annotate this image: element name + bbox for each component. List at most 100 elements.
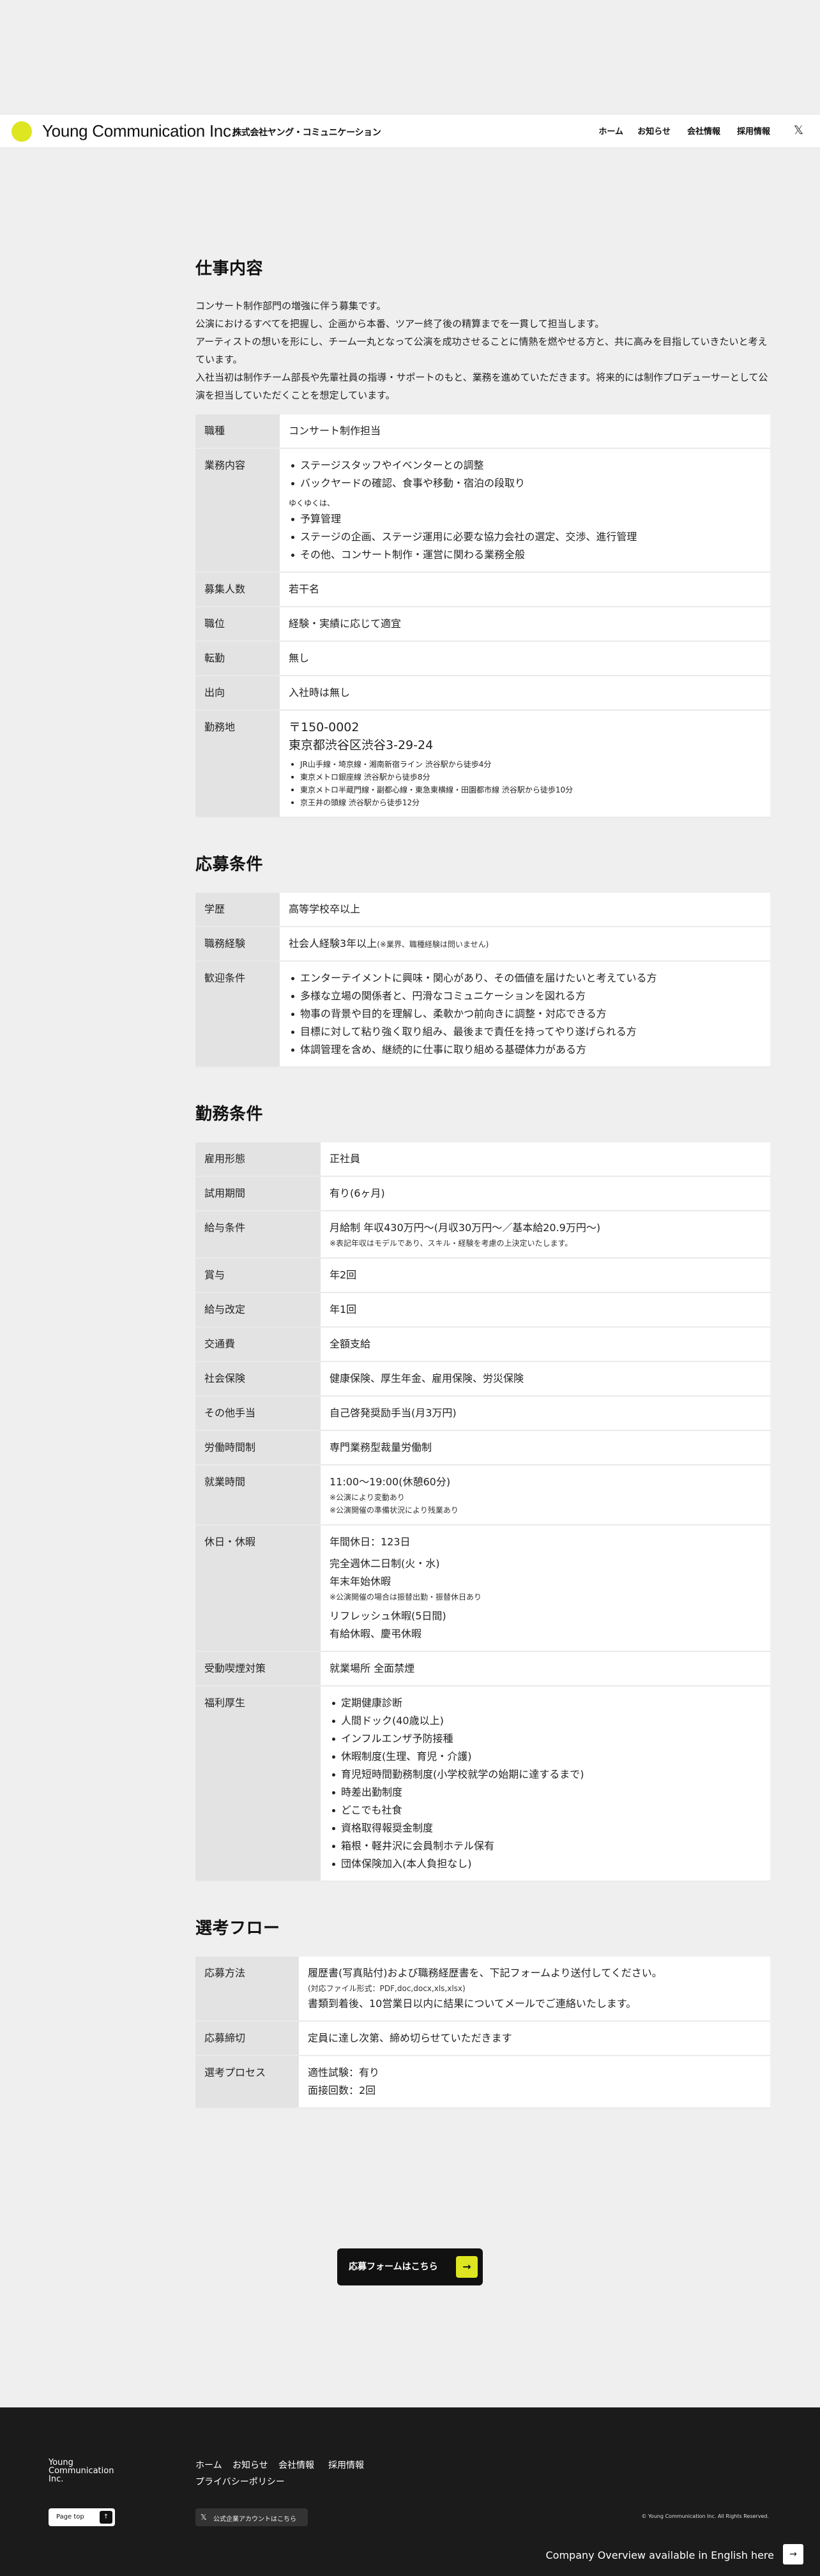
row-value-text: 面接回数：2回	[308, 2084, 376, 2096]
table-row: 受動喫煙対策 就業場所 全面禁煙	[195, 1651, 770, 1686]
apply-form-button[interactable]: 応募フォームはこちら →	[337, 2248, 483, 2285]
flow-table: 応募方法 履歴書(写真貼付)および職務経歴書を、下記フォームより送付してください…	[195, 1957, 770, 2109]
list-item: 箱根・軽井沢に会員制ホテル保有	[330, 1837, 761, 1855]
list-item: どこでも社食	[330, 1801, 761, 1819]
row-value: 正社員	[321, 1142, 770, 1177]
row-note: ※公演開催の場合は振替出勤・振替休日あり	[330, 1593, 482, 1602]
row-label: 職位	[195, 607, 280, 642]
brand-name-jp[interactable]: 株式会社ヤング・コミュニケーション	[232, 126, 381, 139]
table-row: 職務経験 社会人経験3年以上(※業界、職種経験は問いません)	[195, 927, 770, 962]
sub-note: ゆくゆくは、	[289, 499, 335, 508]
row-value: 月給制 年収430万円〜(月収30万円〜／基本給20.9万円〜) ※表記年収はモデ…	[321, 1211, 770, 1259]
main-content: 仕事内容 コンサート制作部門の増強に伴う募集です。 公演におけるすべてを把握し、…	[195, 255, 770, 2142]
list-item: 物事の背景や目的を理解し、柔軟かつ前向きに調整・対応できる方	[289, 1005, 761, 1023]
list-item: ステージスタッフやイベンターとの調整	[289, 457, 761, 474]
row-value: 経験・実績に応じて適宜	[280, 607, 770, 642]
list-item: エンターテイメントに興味・関心があり、その価値を届けたいと考えている方	[289, 969, 761, 987]
x-account-button[interactable]: 𝕏 公式企業アカウントはこちら	[195, 2508, 308, 2526]
arrow-right-icon[interactable]: →	[783, 2544, 803, 2565]
footer-brand[interactable]: Young Communication Inc.	[49, 2459, 114, 2483]
footer-nav-recruit[interactable]: 採用情報	[328, 2459, 364, 2471]
table-row: 職種 コンサート制作担当	[195, 414, 770, 449]
nav-recruit[interactable]: 採用情報	[737, 125, 770, 137]
list-item: JR山手線・埼京線・湘南新宿ライン 渋谷駅から徒歩4分	[289, 758, 761, 771]
privacy-policy-link[interactable]: プライバシーポリシー	[195, 2475, 285, 2488]
row-value: 健康保険、厚生年金、雇用保険、労災保険	[321, 1361, 770, 1397]
requirements-heading: 応募条件	[195, 855, 264, 874]
nav-company[interactable]: 会社情報	[687, 125, 720, 137]
row-label: 交通費	[195, 1327, 321, 1362]
list-item: インフルエンザ予防接種	[330, 1730, 761, 1748]
table-row: 福利厚生 定期健康診断 人間ドック(40歳以上) インフルエンザ予防接種 休暇制…	[195, 1686, 770, 1882]
row-value: 適性試験：有り 面接回数：2回	[299, 2056, 770, 2109]
logo-dot-icon[interactable]	[11, 121, 32, 142]
list-item: その他、コンサート制作・運営に関わる業務全般	[289, 546, 761, 564]
row-label: 給与条件	[195, 1211, 321, 1259]
row-label: 雇用形態	[195, 1142, 321, 1177]
apply-form-label: 応募フォームはこちら	[349, 2262, 438, 2272]
row-value: 若干名	[280, 572, 770, 607]
row-label: 応募方法	[195, 1957, 299, 2022]
table-row: 交通費 全額支給	[195, 1327, 770, 1362]
x-account-label: 公式企業アカウントはこちら	[213, 2516, 296, 2523]
footer-nav-home[interactable]: ホーム	[195, 2459, 222, 2471]
row-value: エンターテイメントに興味・関心があり、その価値を届けたいと考えている方 多様な立…	[280, 961, 770, 1068]
list-item: 多様な立場の関係者と、円滑なコミュニケーションを図れる方	[289, 987, 761, 1005]
page-top-label: Page top	[56, 2513, 84, 2520]
list-item: 人間ドック(40歳以上)	[330, 1712, 761, 1730]
row-value: 年1回	[321, 1292, 770, 1328]
x-icon[interactable]: 𝕏	[794, 123, 803, 137]
row-value-text: 完全週休二日制(火・水)	[330, 1557, 440, 1570]
job-table: 職種 コンサート制作担当 業務内容 ステージスタッフやイベンターとの調整 バックヤ…	[195, 414, 770, 818]
list-item: 団体保険加入(本人負担なし)	[330, 1855, 761, 1873]
footer-nav-company[interactable]: 会社情報	[278, 2459, 314, 2471]
row-value: 社会人経験3年以上(※業界、職種経験は問いません)	[280, 927, 770, 962]
nav-home[interactable]: ホーム	[598, 125, 623, 137]
row-value: 全額支給	[321, 1327, 770, 1362]
table-row: 社会保険 健康保険、厚生年金、雇用保険、労災保険	[195, 1361, 770, 1397]
site-footer: Young Communication Inc. ホーム お知らせ 会社情報 採…	[0, 2407, 820, 2576]
row-value-text: リフレッシュ休暇(5日間)	[330, 1610, 446, 1622]
footer-nav-news[interactable]: お知らせ	[232, 2459, 268, 2471]
intro-line: アーティストの想いを形にし、チーム一丸となって公演を成功させることに情熱を燃やせ…	[195, 336, 768, 365]
list-item: 東京メトロ銀座線 渋谷駅から徒歩8分	[289, 771, 761, 784]
nav-news[interactable]: お知らせ	[637, 125, 671, 137]
table-row: 給与改定 年1回	[195, 1292, 770, 1328]
row-value: 高等学校卒以上	[280, 893, 770, 927]
row-value: 〒150-0002 東京都渋谷区渋谷3-29-24 JR山手線・埼京線・湘南新宿…	[280, 710, 770, 818]
row-value: 年間休日：123日 完全週休二日制(火・水) 年末年始休暇 ※公演開催の場合は振…	[321, 1525, 770, 1652]
row-label: その他手当	[195, 1396, 321, 1431]
row-value: ステージスタッフやイベンターとの調整 バックヤードの確認、食事や移動・宿泊の段取…	[280, 448, 770, 573]
list-item: 時差出勤制度	[330, 1784, 761, 1801]
row-value: 定期健康診断 人間ドック(40歳以上) インフルエンザ予防接種 休暇制度(生理、…	[321, 1686, 770, 1882]
row-label: 勤務地	[195, 710, 280, 818]
arrow-up-icon: ↑	[100, 2511, 112, 2524]
english-overview-link[interactable]: Company Overview available in English he…	[545, 2549, 774, 2561]
row-label: 福利厚生	[195, 1686, 321, 1882]
row-note: ※公演開催の準備状況により残業あり	[330, 1506, 459, 1515]
intro-line: コンサート制作部門の増強に伴う募集です。	[195, 300, 386, 312]
table-row: 休日・休暇 年間休日：123日 完全週休二日制(火・水) 年末年始休暇 ※公演開…	[195, 1525, 770, 1652]
row-note: (対応ファイル形式：PDF,doc,docx,xls,xlsx)	[308, 1984, 466, 1993]
brand-name[interactable]: Young Communication Inc.	[42, 121, 236, 141]
row-label: 選考プロセス	[195, 2056, 299, 2109]
table-row: 転勤 無し	[195, 641, 770, 676]
row-label: 業務内容	[195, 448, 280, 573]
page-top-button[interactable]: Page top ↑	[49, 2508, 115, 2526]
row-value-text: 年末年始休暇	[330, 1575, 391, 1587]
table-row: 選考プロセス 適性試験：有り 面接回数：2回	[195, 2056, 770, 2109]
row-label: 試用期間	[195, 1176, 321, 1211]
footer-brand-line: Inc.	[49, 2474, 64, 2484]
table-row: 就業時間 11:00〜19:00(休憩60分) ※公演により変動あり ※公演開催の準…	[195, 1465, 770, 1526]
list-item: 目標に対して粘り強く取り組み、最後まで責任を持ってやり遂げられる方	[289, 1023, 761, 1041]
list-item: ステージの企画、ステージ運用に必要な協力会社の選定、交渉、進行管理	[289, 528, 761, 546]
row-value: 自己啓発奨励手当(月3万円)	[321, 1396, 770, 1431]
row-value: 11:00〜19:00(休憩60分) ※公演により変動あり ※公演開催の準備状況によ…	[321, 1465, 770, 1526]
row-note: ※表記年収はモデルであり、スキル・経験を考慮の上決定いたします。	[330, 1239, 573, 1248]
row-value: 定員に達し次第、締め切らせていただきます	[299, 2021, 770, 2056]
row-value: コンサート制作担当	[280, 414, 770, 449]
flow-heading: 選考フロー	[195, 1919, 280, 1938]
cta-area: 応募フォームはこちら →	[0, 2248, 820, 2288]
row-note: (※業界、職種経験は問いません)	[377, 940, 489, 949]
table-row: 雇用形態 正社員	[195, 1142, 770, 1177]
